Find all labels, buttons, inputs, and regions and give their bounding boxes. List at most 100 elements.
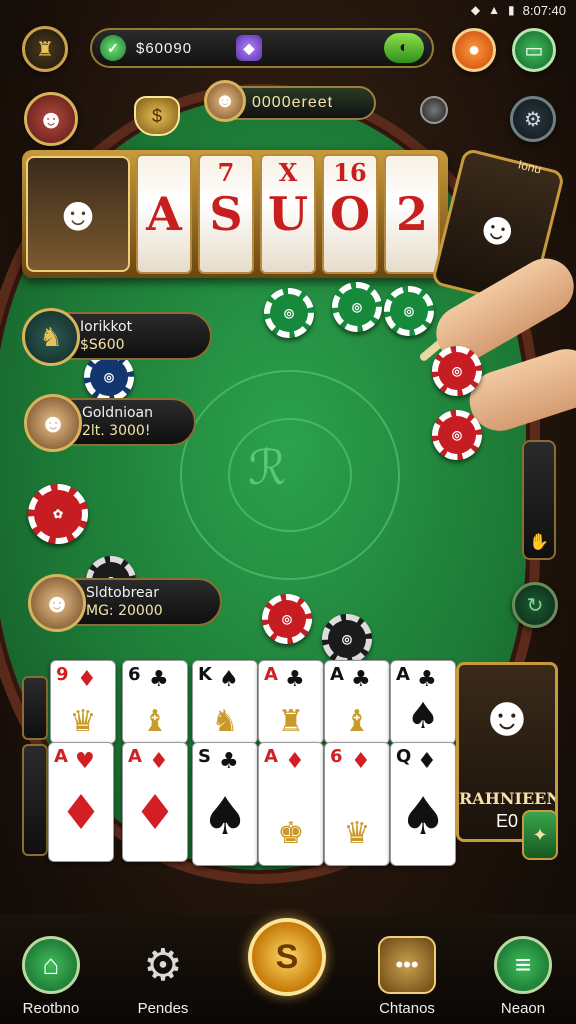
- spade-icon: ♠: [406, 696, 440, 737]
- nav-label: Neaon: [500, 1000, 546, 1017]
- spade-icon: ♠: [399, 787, 447, 847]
- mascot-icon: ●: [467, 38, 481, 61]
- nav-item-home[interactable]: ⌂ Reotbno: [6, 936, 96, 1017]
- slot-reel: 2: [384, 154, 440, 274]
- coin-icon: S: [275, 937, 299, 976]
- felt-logo-inner-ring: [228, 418, 352, 532]
- chip[interactable]: ✿: [28, 484, 88, 544]
- playing-card[interactable]: Q ♦ ♠: [390, 742, 456, 866]
- left-side-tab[interactable]: [22, 676, 48, 740]
- dealer-avatar: ☻: [204, 80, 246, 122]
- settings-button[interactable]: ⚙: [510, 96, 556, 142]
- refresh-button[interactable]: ↻: [512, 582, 558, 628]
- home-icon: ⌂: [22, 936, 80, 994]
- trophy-button[interactable]: ♜: [22, 26, 68, 72]
- menu-icon: ≡: [494, 936, 552, 994]
- indicator-dot: [420, 96, 448, 124]
- chip[interactable]: ◎: [432, 410, 482, 460]
- balance-value: $60090: [136, 39, 193, 57]
- card-art-icon: ♜: [277, 704, 305, 739]
- center-coin-button[interactable]: S: [248, 918, 326, 996]
- player-seat[interactable]: ♞ Iorikkot $S600: [22, 308, 212, 366]
- purple-gem-icon[interactable]: ◆: [236, 35, 262, 61]
- trophy-icon: ♜: [36, 38, 54, 61]
- chip[interactable]: ◎: [262, 594, 312, 644]
- chat-bubble-icon: ▭: [524, 39, 544, 62]
- felt-monogram-icon: ℛ: [248, 440, 287, 496]
- game-screen: ◆ ▲ ▮ 8:07:40 ℛ ♜ ✓ $60090 ◆ ◐ ● ▭ ⚙ ☻ $…: [0, 0, 576, 1024]
- playing-card[interactable]: A ♦ ♦: [122, 742, 188, 862]
- profile-mascot-button[interactable]: ●: [452, 28, 496, 72]
- player-chips: $S600: [80, 337, 125, 353]
- playing-card[interactable]: A ♥ ♦: [48, 742, 114, 862]
- playing-card[interactable]: 6 ♣ ♝: [122, 660, 188, 744]
- spade-icon: ♠: [201, 787, 249, 847]
- nav-item-chat[interactable]: ••• Chtanos: [362, 936, 452, 1017]
- timer-button[interactable]: ◐: [384, 33, 424, 63]
- pot-value: 0000ereet: [252, 94, 334, 111]
- slot-portrait-image: ☻: [26, 156, 130, 272]
- player-chips: 2lt. 3000!: [82, 423, 151, 439]
- player-name: Goldnioan: [82, 405, 153, 421]
- signal-icon: ▲: [488, 3, 501, 17]
- player-avatar: ☻: [28, 574, 86, 632]
- chip[interactable]: ◎: [264, 288, 314, 338]
- green-gem-icon: ✓: [100, 35, 126, 61]
- player-seat[interactable]: ☻ Sldtobrear MG: 20000: [28, 574, 222, 632]
- refresh-icon: ↻: [526, 594, 544, 617]
- chip[interactable]: ◎: [432, 346, 482, 396]
- nav-label: Reotbno: [22, 1000, 80, 1017]
- battery-icon: ▮: [508, 3, 515, 17]
- player-chips: MG: 20000: [86, 603, 163, 619]
- nav-item-pendes[interactable]: ⚙ Pendes: [118, 936, 208, 1018]
- nav-item-menu[interactable]: ≡ Neaon: [478, 936, 568, 1017]
- chip[interactable]: ◎: [322, 614, 372, 664]
- status-bar: ◆ ▲ ▮ 8:07:40: [0, 0, 576, 20]
- card-art-icon: ♞: [211, 704, 239, 739]
- chat-button[interactable]: ▭: [512, 28, 556, 72]
- player-avatar: ☻: [24, 394, 82, 452]
- playing-card[interactable]: K ♠ ♞: [192, 660, 258, 744]
- avatar-icon: ☻: [37, 103, 65, 134]
- chip[interactable]: ◎: [332, 282, 382, 332]
- player-name: Iorikkot: [80, 319, 133, 335]
- playing-card[interactable]: A ♣ ♝: [324, 660, 390, 744]
- side-panel-tab[interactable]: ✋: [522, 440, 556, 560]
- portrait-badge[interactable]: ✦: [522, 810, 558, 860]
- player-avatar: ♞: [22, 308, 80, 366]
- hand-icon: ✋: [529, 534, 549, 551]
- timer-icon: ◐: [399, 39, 409, 56]
- left-side-tab[interactable]: [22, 744, 48, 856]
- chat-bubble-icon: •••: [378, 936, 436, 994]
- coin-bag-icon[interactable]: $: [134, 96, 180, 136]
- badge-icon: ✦: [532, 824, 548, 845]
- status-time: 8:07:40: [522, 2, 566, 18]
- gear-icon: ⚙: [524, 108, 542, 131]
- card-art-icon: ♛: [343, 816, 371, 851]
- diamond-icon: ♦: [133, 785, 177, 841]
- slot-reel-top: X: [278, 158, 298, 187]
- portrait-name: RAHNIEEN: [459, 789, 558, 808]
- card-art-icon: ♝: [343, 704, 371, 739]
- nav-label: Chtanos: [379, 1000, 435, 1017]
- playing-card[interactable]: 6 ♦ ♛: [324, 742, 390, 866]
- playing-card[interactable]: A ♦ ♚: [258, 742, 324, 866]
- balance-bar[interactable]: ✓ $60090 ◆ ◐: [90, 28, 434, 68]
- slot-reel: A: [136, 154, 192, 274]
- playing-card[interactable]: S ♣ ♠: [192, 742, 258, 866]
- portrait-face-image: ☻: [477, 684, 537, 747]
- gear-icon: ⚙: [143, 940, 183, 990]
- card-art-icon: ♚: [277, 816, 305, 851]
- playing-card[interactable]: 9 ♦ ♛: [50, 660, 116, 744]
- card-art-icon: ♛: [69, 704, 97, 739]
- chip[interactable]: ◎: [384, 286, 434, 336]
- card-art-icon: ♝: [141, 704, 169, 739]
- diamond-icon: ♦: [59, 785, 103, 841]
- nav-label: Pendes: [137, 1000, 189, 1017]
- playing-card[interactable]: A ♣ ♜: [258, 660, 324, 744]
- player-seat[interactable]: ☻ Goldnioan 2lt. 3000!: [24, 394, 196, 452]
- slot-reel-top: 16: [333, 158, 367, 187]
- player-avatar-button[interactable]: ☻: [24, 92, 78, 146]
- playing-card[interactable]: A ♣ ♠: [390, 660, 456, 744]
- slot-reel-top: 7: [217, 158, 235, 187]
